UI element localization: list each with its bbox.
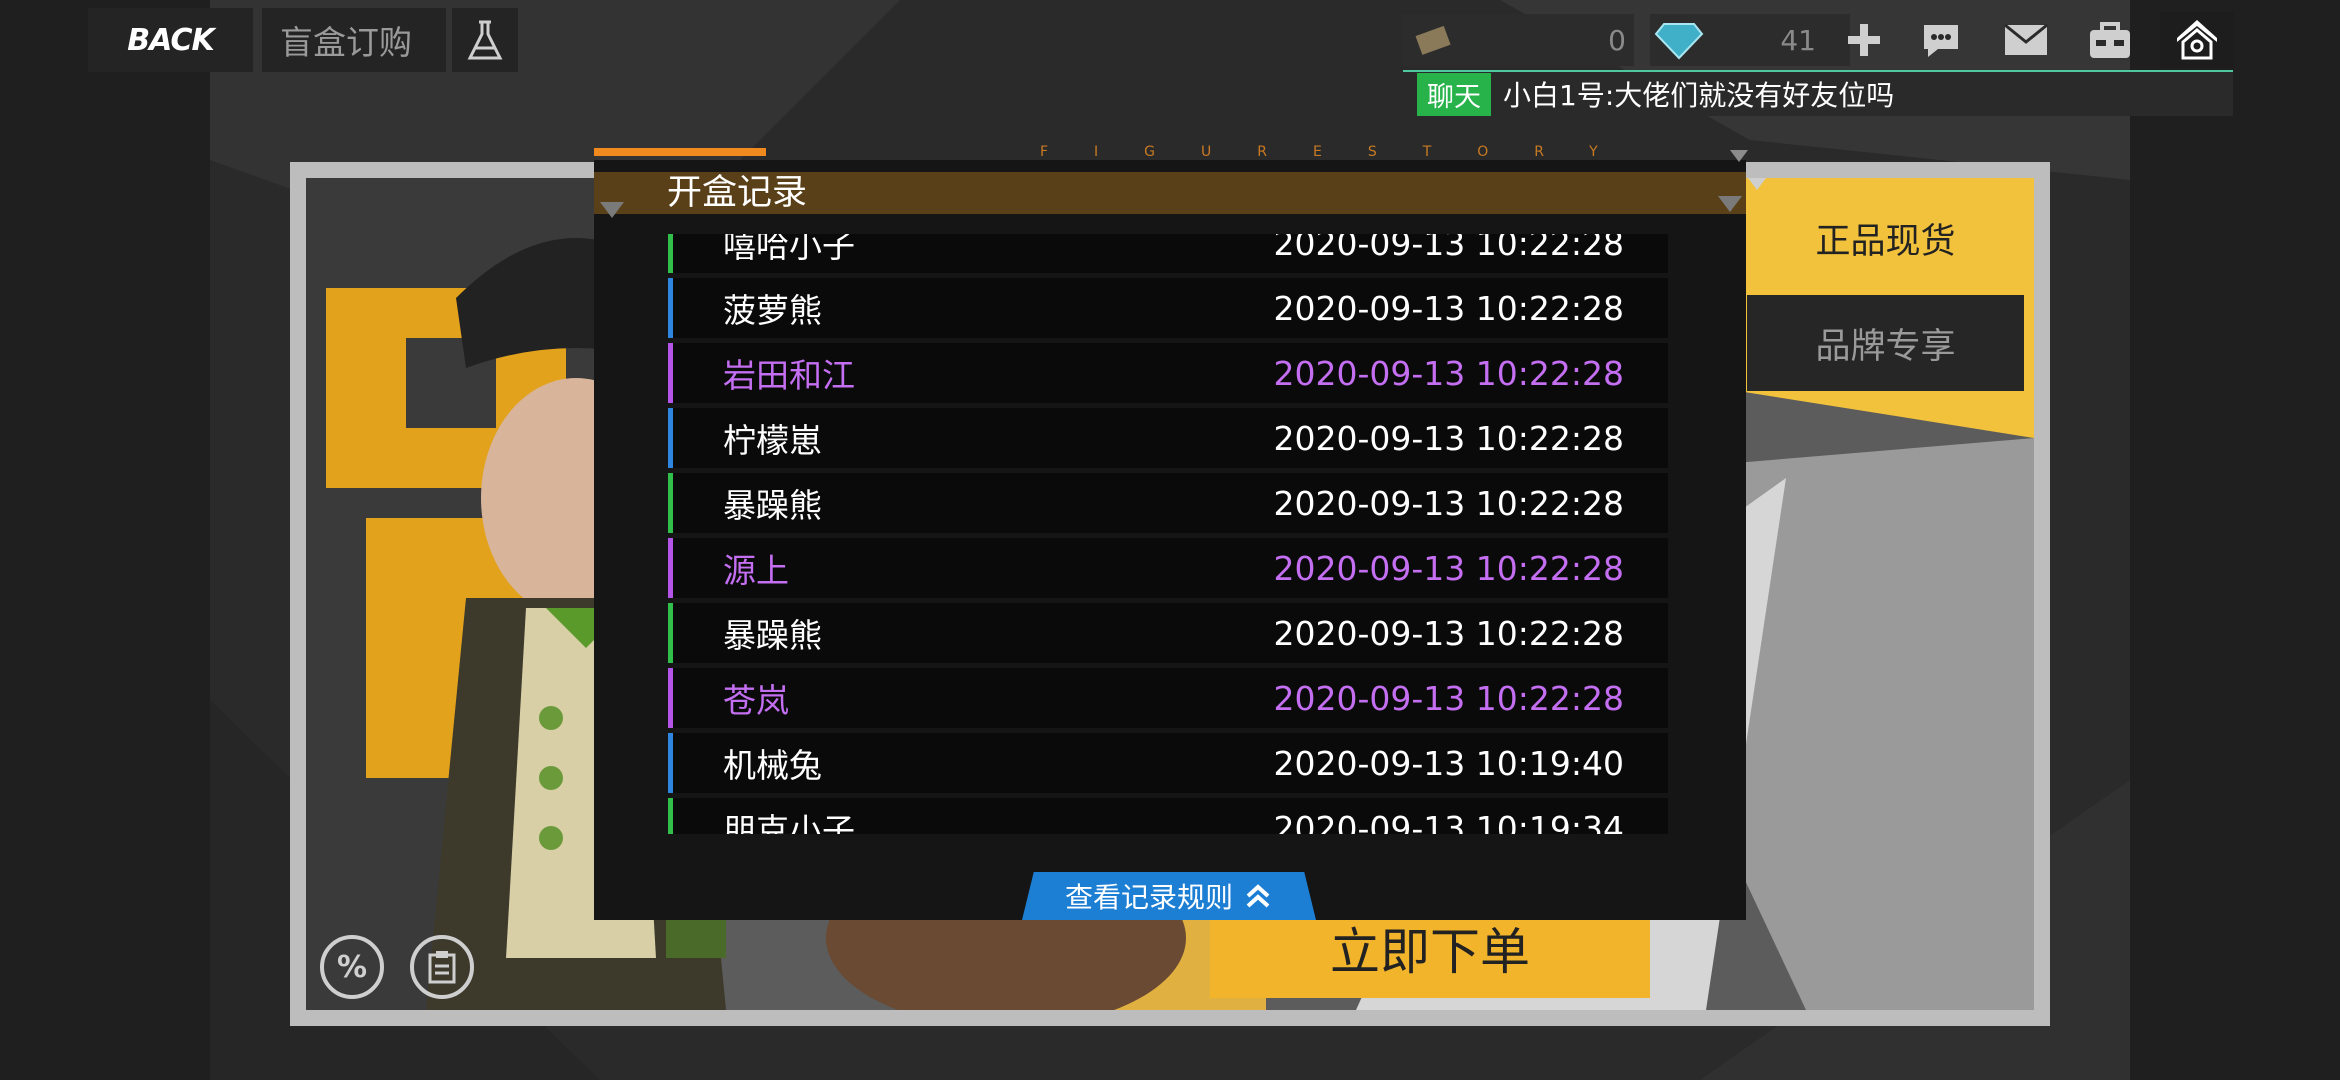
chat-bubble-icon — [1924, 25, 1958, 57]
record-row: 暴躁熊 2020-09-13 10:22:28 — [668, 473, 1668, 533]
corner-triangle-icon — [1718, 196, 1742, 212]
record-time: 2020-09-13 10:22:28 — [1273, 613, 1624, 653]
record-name: 暴躁熊 — [723, 486, 822, 525]
back-button[interactable]: BACK — [88, 8, 253, 72]
record-time: 2020-09-13 10:19:40 — [1273, 743, 1624, 783]
bag-icon — [2090, 22, 2130, 58]
flask-button[interactable] — [452, 8, 518, 72]
record-name: 朋克小子 — [723, 811, 855, 834]
double-chevron-up-icon — [1246, 884, 1270, 908]
record-name: 苍岚 — [723, 681, 789, 720]
record-name: 岩田和江 — [723, 356, 855, 395]
rarity-bar — [668, 798, 673, 834]
rarity-bar — [668, 668, 673, 728]
record-row: 机械兔 2020-09-13 10:19:40 — [668, 733, 1668, 793]
flask-icon — [467, 20, 503, 60]
record-row: 嘻哈小子 2020-09-13 10:22:28 — [668, 234, 1668, 273]
record-time: 2020-09-13 10:19:34 — [1273, 808, 1624, 835]
page-title: 盲盒订购 — [262, 8, 446, 72]
record-time: 2020-09-13 10:22:28 — [1273, 418, 1624, 458]
record-row: 菠萝熊 2020-09-13 10:22:28 — [668, 278, 1668, 338]
resource-diamond: 41 — [1650, 14, 1850, 66]
rule-button-label: 查看记录规则 — [1064, 881, 1233, 914]
diamond-count: 41 — [1780, 23, 1816, 57]
record-name: 机械兔 — [723, 746, 822, 785]
record-name: 嘻哈小子 — [723, 234, 855, 265]
record-time: 2020-09-13 10:22:28 — [1273, 234, 1624, 263]
home-icon — [2177, 20, 2217, 60]
clipboard-icon — [428, 951, 456, 984]
corner-triangle-icon — [1748, 178, 1766, 190]
rarity-bar — [668, 473, 673, 533]
record-time: 2020-09-13 10:22:28 — [1273, 548, 1624, 588]
percent-icon: % — [336, 949, 368, 985]
mail-icon — [2004, 23, 2048, 55]
ticket-count: 0 — [1608, 23, 1626, 57]
record-name: 菠萝熊 — [723, 291, 822, 330]
home-button[interactable] — [2160, 12, 2234, 68]
corner-triangle-icon — [600, 202, 624, 218]
record-row: 苍岚 2020-09-13 10:22:28 — [668, 668, 1668, 728]
corner-triangle-icon — [1730, 150, 1748, 162]
record-row: 源上 2020-09-13 10:22:28 — [668, 538, 1668, 598]
chat-message: 小白1号:大佬们就没有好友位吗 — [1503, 79, 1895, 112]
diamond-icon — [1654, 23, 1704, 60]
chat-tag: 聊天 — [1417, 72, 1491, 116]
discount-button[interactable]: % — [320, 935, 384, 999]
record-name: 柠檬崽 — [723, 421, 822, 460]
record-list[interactable]: 嘻哈小子 2020-09-13 10:22:28 菠萝熊 2020-09-13 10:… — [668, 234, 1668, 834]
ticket-icon — [1415, 25, 1451, 55]
view-record-rules-button[interactable]: 查看记录规则 — [1022, 872, 1316, 920]
mail-button[interactable] — [1996, 12, 2056, 68]
dialog-brand-strip: FIGURESTORY — [1040, 144, 1644, 160]
record-name: 源上 — [723, 551, 789, 590]
record-name: 暴躁熊 — [723, 616, 822, 655]
rarity-bar — [668, 733, 673, 793]
record-row: 柠檬崽 2020-09-13 10:22:28 — [668, 408, 1668, 468]
genuine-stock-button[interactable]: 正品现货 — [1747, 190, 2024, 286]
rarity-bar — [668, 278, 673, 338]
resource-ticket: 0 — [1402, 14, 1634, 66]
dialog-title: 开盒记录 — [667, 173, 808, 213]
record-time: 2020-09-13 10:22:28 — [1273, 678, 1624, 718]
bag-button[interactable] — [2080, 12, 2140, 68]
rarity-bar — [668, 603, 673, 663]
clipboard-button[interactable] — [410, 935, 474, 999]
chat-ticker[interactable]: 聊天 小白1号:大佬们就没有好友位吗 — [1403, 70, 2233, 116]
rarity-bar — [668, 538, 673, 598]
chat-button[interactable] — [1912, 12, 1972, 68]
rarity-bar — [668, 408, 673, 468]
record-row: 朋克小子 2020-09-13 10:19:34 — [668, 798, 1668, 834]
record-time: 2020-09-13 10:22:28 — [1273, 353, 1624, 393]
record-time: 2020-09-13 10:22:28 — [1273, 483, 1624, 523]
record-time: 2020-09-13 10:22:28 — [1273, 288, 1624, 328]
rarity-bar — [668, 234, 673, 273]
brand-exclusive-button[interactable]: 品牌专享 — [1747, 295, 2024, 391]
rarity-bar — [668, 343, 673, 403]
record-row: 暴躁熊 2020-09-13 10:22:28 — [668, 603, 1668, 663]
back-logo-icon: BACK — [127, 22, 214, 58]
dialog-accent-bar — [594, 148, 766, 156]
record-row: 岩田和江 2020-09-13 10:22:28 — [668, 343, 1668, 403]
add-diamond-button[interactable] — [1834, 12, 1894, 68]
plus-icon — [1848, 24, 1880, 56]
